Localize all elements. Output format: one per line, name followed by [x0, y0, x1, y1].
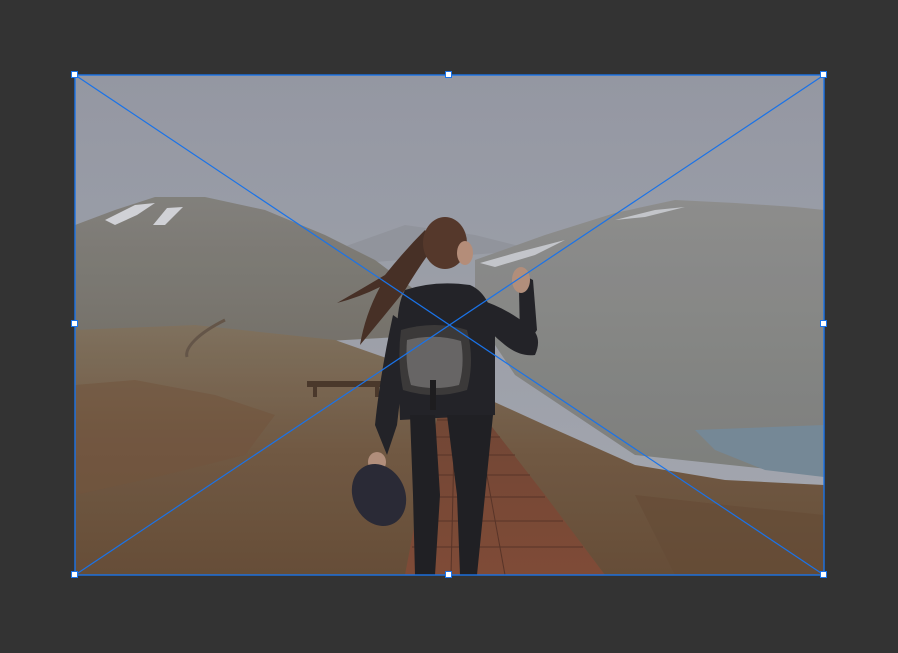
resize-handle-top-left[interactable]	[71, 71, 78, 78]
resize-handle-bottom-left[interactable]	[71, 571, 78, 578]
placed-image[interactable]	[75, 75, 824, 575]
resize-handle-middle-left[interactable]	[71, 320, 78, 327]
editor-canvas	[0, 0, 898, 653]
resize-handle-bottom-center[interactable]	[445, 571, 452, 578]
resize-handle-bottom-right[interactable]	[820, 571, 827, 578]
photo-content	[75, 75, 824, 575]
resize-handle-middle-right[interactable]	[820, 320, 827, 327]
resize-handle-top-right[interactable]	[820, 71, 827, 78]
resize-handle-top-center[interactable]	[445, 71, 452, 78]
